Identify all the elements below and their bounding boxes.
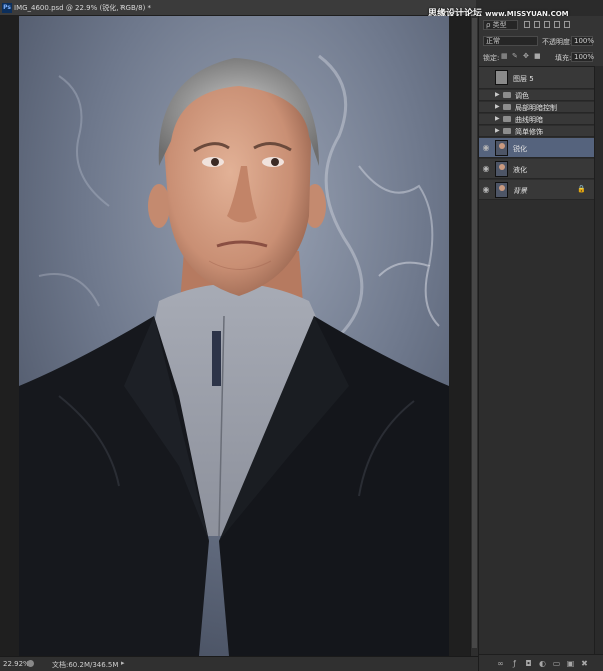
zoom-level-field[interactable]: 22.92% — [3, 660, 30, 668]
layer-row[interactable]: 图层 5 — [479, 67, 594, 89]
visibility-toggle[interactable] — [482, 115, 490, 123]
lock-all-icon[interactable]: ■ — [534, 53, 541, 60]
document-size-info: 文档:60.2M/346.5M — [52, 661, 119, 669]
document-title: IMG_4600.psd @ 22.9% (锐化, RGB/8) * — [14, 4, 152, 12]
blend-mode-select[interactable]: 正常 — [483, 36, 538, 46]
layer-row-active[interactable]: ◉ 锐化 — [479, 138, 594, 158]
expand-arrow-icon[interactable]: ▶ — [495, 103, 500, 110]
layers-panel: ρ 类型 正常 不透明度: 100% 锁定: ▦ ✎ ✥ ■ 填充: 100% … — [478, 16, 603, 671]
layer-row[interactable]: ◉ 液化 — [479, 159, 594, 179]
fill-input[interactable]: 100% — [571, 52, 594, 62]
scrollbar-thumb[interactable] — [472, 18, 477, 648]
layer-thumbnail — [495, 70, 508, 85]
layer-group-row[interactable]: ▶ 曲线明暗 — [479, 114, 594, 125]
layers-scrollbar[interactable] — [594, 66, 603, 654]
layer-thumbnail — [495, 140, 508, 156]
canvas-vertical-scrollbar[interactable] — [470, 16, 478, 656]
layer-group-row[interactable]: ▶ 简单修饰 — [479, 126, 594, 137]
layer-name: 液化 — [513, 166, 527, 174]
smart-object-filter-icon[interactable] — [564, 21, 570, 28]
folder-icon — [503, 128, 511, 134]
group-name: 调色 — [515, 92, 529, 100]
opacity-input[interactable]: 100% — [571, 36, 594, 46]
portrait-photo — [19, 16, 449, 656]
background-layer-row[interactable]: ◉ 背景 🔒 — [479, 180, 594, 200]
layer-group-row[interactable]: ▶ 调色 — [479, 90, 594, 101]
visibility-toggle[interactable] — [482, 74, 490, 82]
adjustment-layer-icon[interactable]: ◐ — [538, 659, 547, 668]
visibility-toggle[interactable] — [482, 91, 490, 99]
photoshop-app-icon: Ps — [2, 3, 12, 13]
pixel-filter-icon[interactable] — [524, 21, 530, 28]
opacity-label: 不透明度: — [542, 38, 573, 46]
layer-thumbnail — [495, 161, 508, 177]
delete-layer-icon[interactable]: ✖ — [580, 659, 589, 668]
layer-name: 图层 5 — [513, 75, 534, 83]
lock-position-icon[interactable]: ✥ — [523, 53, 530, 60]
layer-thumbnail — [495, 182, 508, 198]
layer-group-row[interactable]: ▶ 局部明暗控制 — [479, 102, 594, 113]
layers-panel-footer: ∞ ƒ ◘ ◐ ▭ ▣ ✖ — [479, 654, 603, 671]
visibility-toggle[interactable] — [482, 103, 490, 111]
close-tab-icon[interactable]: × — [119, 3, 125, 11]
blend-row: 正常 不透明度: 100% — [479, 36, 603, 48]
visibility-toggle[interactable] — [482, 127, 490, 135]
group-name: 局部明暗控制 — [515, 104, 557, 112]
adjustment-filter-icon[interactable] — [534, 21, 540, 28]
lock-transparency-icon[interactable]: ▦ — [501, 53, 508, 60]
folder-icon — [503, 104, 511, 110]
status-info-icon[interactable] — [27, 660, 34, 667]
canvas-area[interactable] — [0, 16, 470, 656]
document-tab[interactable]: Ps IMG_4600.psd @ 22.9% (锐化, RGB/8) * × — [0, 0, 476, 16]
fill-label: 填充: — [555, 54, 572, 62]
folder-icon — [503, 92, 511, 98]
layer-name: 锐化 — [513, 145, 527, 153]
new-group-icon[interactable]: ▭ — [552, 659, 561, 668]
shape-filter-icon[interactable] — [554, 21, 560, 28]
lock-label: 锁定: — [483, 54, 500, 62]
add-mask-icon[interactable]: ◘ — [524, 659, 533, 668]
layer-filter-row: ρ 类型 — [479, 20, 603, 32]
expand-arrow-icon[interactable]: ▶ — [495, 127, 500, 134]
status-bar: 22.92% 文档:60.2M/346.5M ▸ — [0, 656, 478, 671]
group-name: 曲线明暗 — [515, 116, 543, 124]
layer-name: 背景 — [513, 187, 527, 195]
expand-arrow-icon[interactable]: ▶ — [495, 115, 500, 122]
fx-icon[interactable]: ƒ — [510, 659, 519, 668]
layer-list: 图层 5 ▶ 调色 ▶ 局部明暗控制 ▶ 曲线明暗 ▶ 简单修饰 ◉ 锐化 ◉ … — [479, 66, 603, 654]
lock-row: 锁定: ▦ ✎ ✥ ■ 填充: 100% — [479, 52, 603, 64]
group-name: 简单修饰 — [515, 128, 543, 136]
layer-kind-filter[interactable]: ρ 类型 — [483, 20, 518, 30]
expand-arrow-icon[interactable]: ▶ — [495, 91, 500, 98]
type-filter-icon[interactable] — [544, 21, 550, 28]
folder-icon — [503, 116, 511, 122]
eye-icon[interactable]: ◉ — [482, 165, 490, 173]
eye-icon[interactable]: ◉ — [482, 186, 490, 194]
eye-icon[interactable]: ◉ — [482, 144, 490, 152]
lock-icon: 🔒 — [577, 185, 586, 193]
status-menu-arrow-icon[interactable]: ▸ — [121, 659, 125, 667]
link-layers-icon[interactable]: ∞ — [496, 659, 505, 668]
lock-image-icon[interactable]: ✎ — [512, 53, 519, 60]
new-layer-icon[interactable]: ▣ — [566, 659, 575, 668]
